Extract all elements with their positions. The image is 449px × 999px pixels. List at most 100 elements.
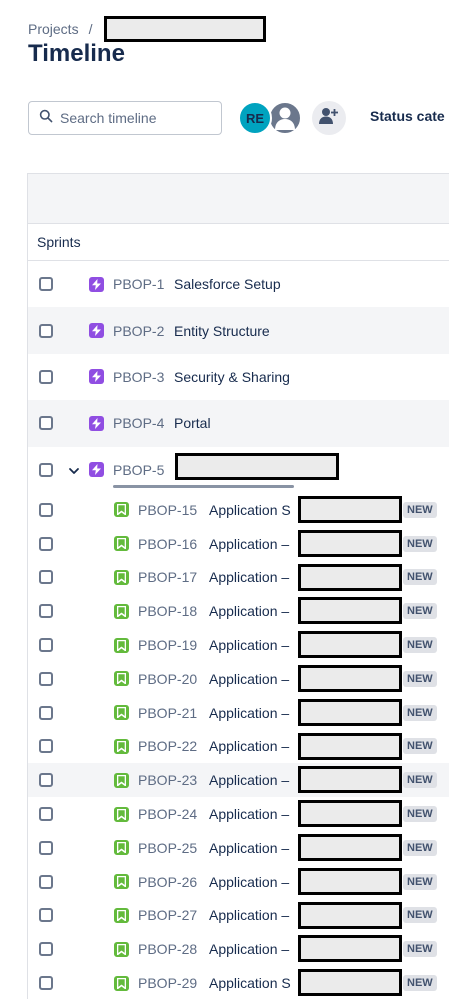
issue-key[interactable]: PBOP-17 <box>138 569 197 585</box>
row-checkbox[interactable] <box>39 570 53 585</box>
row-checkbox[interactable] <box>39 807 53 822</box>
breadcrumb: Projects / <box>28 16 267 42</box>
issue-key[interactable]: PBOP-26 <box>138 874 197 890</box>
issue-summary[interactable]: Application – <box>209 772 289 788</box>
story-row[interactable]: PBOP-19 Application – NEW <box>28 628 449 662</box>
story-row[interactable]: PBOP-27 Application – NEW <box>28 899 449 933</box>
status-lozenge: NEW <box>403 501 437 518</box>
row-checkbox[interactable] <box>39 638 53 653</box>
issue-key[interactable]: PBOP-29 <box>138 975 197 991</box>
row-checkbox[interactable] <box>39 773 53 788</box>
issue-summary[interactable]: Application – <box>209 874 289 890</box>
issue-key[interactable]: PBOP-28 <box>138 941 197 957</box>
issue-key[interactable]: PBOP-2 <box>113 323 164 339</box>
issue-summary[interactable]: Application S <box>209 975 291 991</box>
issue-key[interactable]: PBOP-21 <box>138 705 197 721</box>
issue-summary[interactable]: Entity Structure <box>174 323 270 339</box>
row-checkbox[interactable] <box>39 462 53 477</box>
issue-key[interactable]: PBOP-3 <box>113 369 164 385</box>
issue-summary-redacted <box>298 529 402 557</box>
row-checkbox[interactable] <box>39 416 53 431</box>
row-checkbox[interactable] <box>39 908 53 923</box>
row-checkbox[interactable] <box>39 942 53 957</box>
story-list: PBOP-15 Application S NEW PBOP-16 Applicatio… <box>28 493 449 999</box>
issue-summary[interactable]: Application – <box>209 603 289 619</box>
issue-summary-redacted[interactable] <box>175 452 339 480</box>
status-lozenge: NEW <box>403 772 437 789</box>
issue-key[interactable]: PBOP-15 <box>138 502 197 518</box>
issue-summary[interactable]: Application – <box>209 738 289 754</box>
issue-key[interactable]: PBOP-25 <box>138 840 197 856</box>
issue-key[interactable]: PBOP-1 <box>113 276 164 292</box>
issue-summary-redacted <box>298 935 402 963</box>
row-checkbox[interactable] <box>39 323 53 338</box>
row-checkbox[interactable] <box>39 840 53 855</box>
sprints-row[interactable]: Sprints <box>28 224 449 261</box>
row-checkbox[interactable] <box>39 502 53 517</box>
story-row[interactable]: PBOP-21 Application – NEW <box>28 696 449 730</box>
story-row[interactable]: PBOP-17 Application – NEW <box>28 561 449 595</box>
story-row[interactable]: PBOP-16 Application – NEW <box>28 527 449 561</box>
row-checkbox[interactable] <box>39 739 53 754</box>
issue-summary[interactable]: Application – <box>209 941 289 957</box>
story-row[interactable]: PBOP-18 Application – NEW <box>28 594 449 628</box>
epic-row[interactable]: PBOP-1 Salesforce Setup <box>28 261 449 307</box>
timeline-grid: Sprints PBOP-1 Salesforce Setup PBOP-2 E… <box>27 173 449 999</box>
issue-summary[interactable]: Application – <box>209 705 289 721</box>
issue-summary[interactable]: Application – <box>209 536 289 552</box>
issue-summary[interactable]: Salesforce Setup <box>174 276 281 292</box>
status-lozenge: NEW <box>403 535 437 552</box>
issue-key[interactable]: PBOP-23 <box>138 772 197 788</box>
story-row[interactable]: PBOP-15 Application S NEW <box>28 493 449 527</box>
issue-key[interactable]: PBOP-27 <box>138 907 197 923</box>
lightning-icon <box>89 462 104 478</box>
epic-row[interactable]: PBOP-3 Security & Sharing <box>28 354 449 400</box>
issue-summary[interactable]: Application – <box>209 637 289 653</box>
epic-row[interactable]: PBOP-5 <box>28 447 449 493</box>
issue-summary[interactable]: Application – <box>209 671 289 687</box>
row-checkbox[interactable] <box>39 874 53 889</box>
add-people-button[interactable] <box>312 101 346 135</box>
status-category-filter[interactable]: Status cate <box>370 108 445 124</box>
issue-summary[interactable]: Application S <box>209 502 291 518</box>
user-avatar[interactable] <box>268 101 302 135</box>
story-row[interactable]: PBOP-25 Application – NEW <box>28 831 449 865</box>
issue-summary[interactable]: Application – <box>209 907 289 923</box>
story-row[interactable]: PBOP-26 Application – NEW <box>28 865 449 899</box>
issue-key[interactable]: PBOP-16 <box>138 536 197 552</box>
story-row[interactable]: PBOP-28 Application – NEW <box>28 932 449 966</box>
issue-summary[interactable]: Security & Sharing <box>174 369 290 385</box>
story-row[interactable]: PBOP-29 Application S NEW <box>28 966 449 999</box>
avatar[interactable]: RE <box>238 101 272 135</box>
story-row[interactable]: PBOP-20 Application – NEW <box>28 662 449 696</box>
breadcrumb-projects-link[interactable]: Projects <box>28 21 79 37</box>
issue-key[interactable]: PBOP-20 <box>138 671 197 687</box>
breadcrumb-project-redacted[interactable] <box>104 16 267 42</box>
epic-row[interactable]: PBOP-4 Portal <box>28 400 449 447</box>
issue-key[interactable]: PBOP-4 <box>113 415 164 431</box>
epic-row[interactable]: PBOP-2 Entity Structure <box>28 307 449 354</box>
issue-summary[interactable]: Application – <box>209 569 289 585</box>
search-box[interactable] <box>28 101 222 135</box>
row-checkbox[interactable] <box>39 671 53 686</box>
row-checkbox[interactable] <box>39 604 53 619</box>
issue-summary-redacted <box>298 698 402 726</box>
row-checkbox[interactable] <box>39 369 53 384</box>
issue-key[interactable]: PBOP-19 <box>138 637 197 653</box>
row-checkbox[interactable] <box>39 277 53 292</box>
story-row[interactable]: PBOP-23 Application – NEW <box>28 763 449 798</box>
search-input[interactable] <box>60 110 210 126</box>
issue-key[interactable]: PBOP-5 <box>113 462 164 478</box>
chevron-down-icon[interactable] <box>68 464 80 476</box>
issue-summary[interactable]: Portal <box>174 415 211 431</box>
row-checkbox[interactable] <box>39 705 53 720</box>
issue-summary[interactable]: Application – <box>209 806 289 822</box>
row-checkbox[interactable] <box>39 976 53 990</box>
row-checkbox[interactable] <box>39 536 53 551</box>
story-row[interactable]: PBOP-22 Application – NEW <box>28 730 449 764</box>
issue-key[interactable]: PBOP-24 <box>138 806 197 822</box>
story-row[interactable]: PBOP-24 Application – NEW <box>28 797 449 831</box>
issue-key[interactable]: PBOP-22 <box>138 738 197 754</box>
issue-key[interactable]: PBOP-18 <box>138 603 197 619</box>
issue-summary[interactable]: Application – <box>209 840 289 856</box>
